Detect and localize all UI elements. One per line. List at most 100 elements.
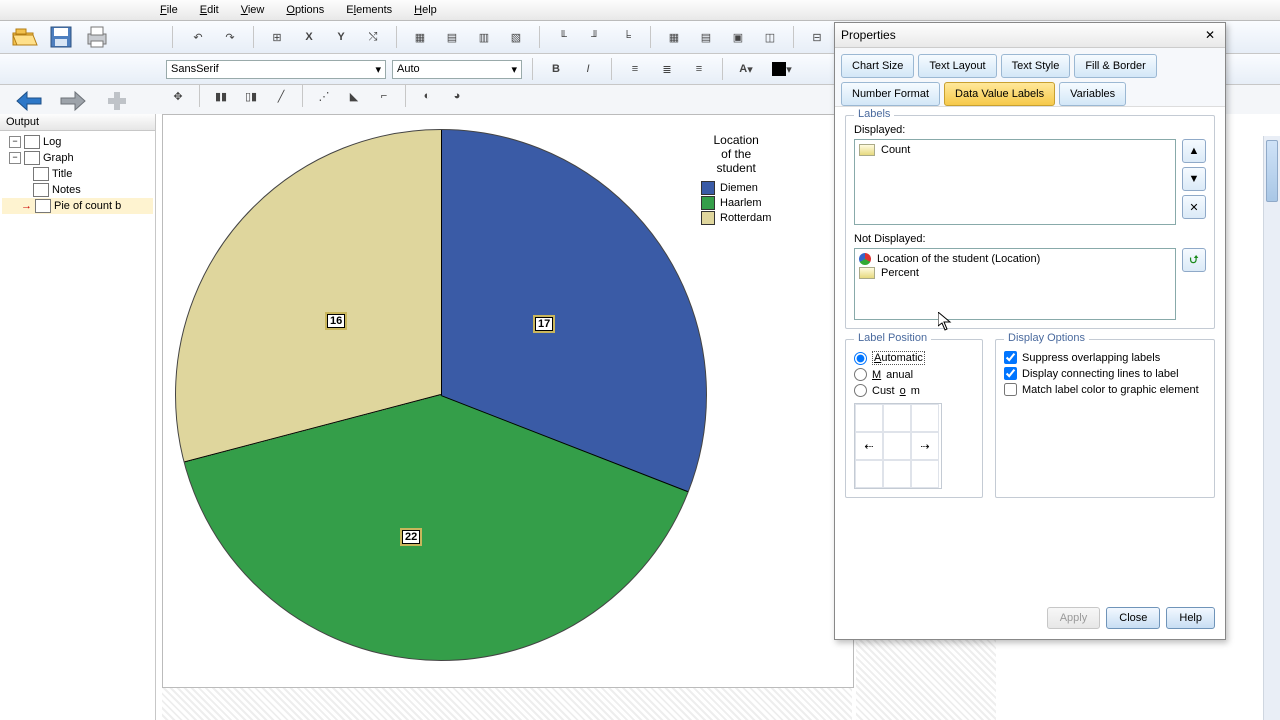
scatter-icon[interactable]: ⋰ <box>311 83 337 109</box>
tree-item-log[interactable]: −Log <box>2 134 153 150</box>
align-right-icon[interactable]: ≡ <box>686 56 712 82</box>
position-grid[interactable]: ⇠⇢ <box>854 403 942 489</box>
pie-icon[interactable]: ◕ <box>444 83 470 109</box>
displayed-list[interactable]: Count <box>854 139 1176 225</box>
tool-b-icon[interactable]: ▤ <box>439 24 465 50</box>
vertical-scrollbar[interactable] <box>1263 136 1280 720</box>
add-button[interactable] <box>100 88 134 114</box>
radio-custom[interactable]: Custom <box>854 384 974 397</box>
menu-edit[interactable]: Edit <box>200 4 219 16</box>
dialog-titlebar[interactable]: Properties ✕ <box>835 23 1225 48</box>
tab-text-layout[interactable]: Text Layout <box>918 54 996 78</box>
line-c-icon[interactable]: ╘ <box>614 24 640 50</box>
menu-view[interactable]: View <box>241 4 265 16</box>
italic-button[interactable]: I <box>575 56 601 82</box>
editor-margin-right <box>856 634 996 720</box>
tab-text-style[interactable]: Text Style <box>1001 54 1071 78</box>
data-label[interactable]: 16 <box>325 312 347 330</box>
font-size-select[interactable]: Auto▾ <box>392 60 522 79</box>
pie-chart[interactable] <box>175 129 707 661</box>
list-item[interactable]: Count <box>859 143 1171 157</box>
align-left-icon[interactable]: ≡ <box>622 56 648 82</box>
move-down-button[interactable]: ▼ <box>1182 167 1206 191</box>
close-icon[interactable]: ✕ <box>1201 26 1219 44</box>
list-item[interactable]: Location of the student (Location) <box>859 252 1171 266</box>
display-options-group: Display Options Suppress overlapping lab… <box>995 339 1215 498</box>
tool-c-icon[interactable]: ▥ <box>471 24 497 50</box>
bold-button[interactable]: B <box>543 56 569 82</box>
data-label[interactable]: 22 <box>400 528 422 546</box>
redo-icon[interactable]: ↷ <box>217 24 243 50</box>
save-icon[interactable] <box>46 22 76 52</box>
tab-data-value-labels[interactable]: Data Value Labels <box>944 82 1055 106</box>
chart-area[interactable]: 17 22 16 Locationof thestudent Diemen Ha… <box>162 114 854 688</box>
marker-icon[interactable]: ◐ <box>414 83 440 109</box>
text-color-icon[interactable]: A▾ <box>733 56 759 82</box>
transpose-icon[interactable]: ⤭ <box>360 24 386 50</box>
data-label[interactable]: 17 <box>533 315 555 333</box>
menu-elements[interactable]: Elements <box>346 4 392 16</box>
open-icon[interactable] <box>10 22 40 52</box>
editor-margin-bottom <box>162 688 852 720</box>
area-icon[interactable]: ◣ <box>341 83 367 109</box>
list-item[interactable]: Percent <box>859 266 1171 280</box>
menu-options[interactable]: Options <box>286 4 324 16</box>
close-button[interactable]: Close <box>1106 607 1160 629</box>
back-button[interactable] <box>12 88 46 114</box>
properties-dialog: Properties ✕ Chart Size Text Layout Text… <box>834 22 1226 640</box>
grid-a-icon[interactable]: ▦ <box>661 24 687 50</box>
menu-file[interactable]: File <box>160 4 178 16</box>
tab-variables[interactable]: Variables <box>1059 82 1126 106</box>
line-b-icon[interactable]: ╜ <box>582 24 608 50</box>
check-connect[interactable]: Display connecting lines to label <box>1004 367 1206 380</box>
tab-fill-border[interactable]: Fill & Border <box>1074 54 1157 78</box>
undo-icon[interactable]: ↶ <box>185 24 211 50</box>
tab-chart-size[interactable]: Chart Size <box>841 54 914 78</box>
xy-icon[interactable]: ⊞ <box>264 24 290 50</box>
legend-item[interactable]: Diemen <box>701 181 771 195</box>
dialog-tabs: Chart Size Text Layout Text Style Fill &… <box>835 48 1225 107</box>
radio-manual[interactable]: Manual <box>854 368 974 381</box>
apply-button[interactable]: Apply <box>1047 607 1101 629</box>
tab-number-format[interactable]: Number Format <box>841 82 940 106</box>
check-suppress[interactable]: Suppress overlapping labels <box>1004 351 1206 364</box>
check-match[interactable]: Match label color to graphic element <box>1004 383 1206 396</box>
menu-help[interactable]: Help <box>414 4 437 16</box>
tree-item-notes[interactable]: Notes <box>2 182 153 198</box>
bars-a-icon[interactable]: ⊟ <box>804 24 830 50</box>
forward-button[interactable] <box>56 88 90 114</box>
legend-item[interactable]: Haarlem <box>701 196 771 210</box>
fill-color-icon[interactable]: ▾ <box>765 56 799 82</box>
select-tool-icon[interactable]: ✥ <box>165 83 191 109</box>
not-displayed-list[interactable]: Location of the student (Location) Perce… <box>854 248 1176 320</box>
line-chart-icon[interactable]: ╱ <box>268 83 294 109</box>
font-family-select[interactable]: SansSerif▾ <box>166 60 386 79</box>
align-center-icon[interactable]: ≣ <box>654 56 680 82</box>
move-up-button[interactable]: ▲ <box>1182 139 1206 163</box>
not-displayed-label: Not Displayed: <box>854 233 1206 245</box>
tree-item-graph[interactable]: −Graph <box>2 150 153 166</box>
remove-button[interactable]: ✕ <box>1182 195 1206 219</box>
tree-item-pie[interactable]: →Pie of count b <box>2 198 153 214</box>
x-axis-icon[interactable]: X <box>296 24 322 50</box>
tool-a-icon[interactable]: ▦ <box>407 24 433 50</box>
legend[interactable]: Locationof thestudent Diemen Haarlem Rot… <box>701 133 771 226</box>
line-a-icon[interactable]: ╙ <box>550 24 576 50</box>
print-icon[interactable] <box>82 22 112 52</box>
bar-chart-icon[interactable]: ▮▮ <box>208 83 234 109</box>
bar2-chart-icon[interactable]: ▯▮ <box>238 83 264 109</box>
radio-automatic[interactable]: Automatic <box>854 351 974 365</box>
dialog-body: Labels Displayed: Count ▲ ▼ ✕ Not Displa… <box>835 107 1225 516</box>
legend-item[interactable]: Rotterdam <box>701 211 771 225</box>
dialog-title: Properties <box>841 28 896 42</box>
dialog-buttons: Apply Close Help <box>1047 607 1215 629</box>
grid-b-icon[interactable]: ▤ <box>693 24 719 50</box>
add-to-displayed-button[interactable]: ⮍ <box>1182 248 1206 272</box>
grid-c-icon[interactable]: ▣ <box>725 24 751 50</box>
y-axis-icon[interactable]: Y <box>328 24 354 50</box>
grid-d-icon[interactable]: ◫ <box>757 24 783 50</box>
help-button[interactable]: Help <box>1166 607 1215 629</box>
tree-item-title[interactable]: Title <box>2 166 153 182</box>
tool-d-icon[interactable]: ▧ <box>503 24 529 50</box>
step-icon[interactable]: ⌐ <box>371 83 397 109</box>
